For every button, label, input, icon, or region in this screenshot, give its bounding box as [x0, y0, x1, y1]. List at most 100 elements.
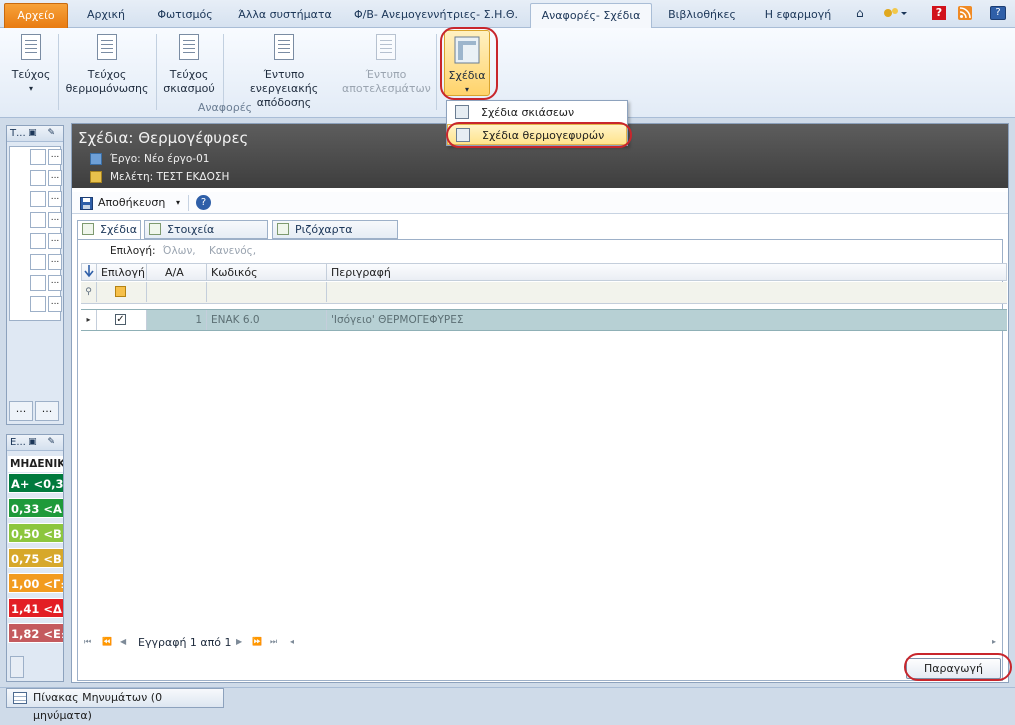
- filter-cell-aa[interactable]: [147, 282, 207, 302]
- tab-stoixeia-pinakidas[interactable]: Στοιχεία πινακίδας: [144, 220, 268, 253]
- tab-lighting[interactable]: Φωτισμός: [146, 3, 224, 28]
- doc-row-icon[interactable]: [30, 275, 46, 291]
- row-more-button[interactable]: ...: [48, 149, 62, 165]
- next-record-icon[interactable]: ▶: [236, 637, 242, 646]
- tab-pv[interactable]: Φ/Β- Ανεμογεννήτριες- Σ.Η.Θ.: [348, 3, 524, 28]
- messages-label: Πίνακας Μηνυμάτων (0 μηνύματα): [33, 691, 163, 722]
- save-icon: [80, 194, 93, 212]
- entypo-apotelesmaton-label-1: Έντυπο: [365, 68, 407, 81]
- row-indicator-icon: ▸: [81, 310, 97, 330]
- first-record-icon[interactable]: ⏮: [84, 637, 91, 647]
- separator: [156, 34, 157, 110]
- teuxos-skiasmou-button[interactable]: Τεύχος σκιασμού: [160, 32, 218, 96]
- doc-row-icon[interactable]: [30, 296, 46, 312]
- row-more-button[interactable]: ...: [48, 254, 62, 270]
- info-icon[interactable]: ?: [990, 6, 1006, 20]
- doc-row-icon[interactable]: [30, 233, 46, 249]
- row-checkbox[interactable]: ✓: [115, 314, 126, 325]
- document-icon: [376, 34, 396, 60]
- drawing-icon: [456, 128, 470, 142]
- minimize-ribbon-icon[interactable]: ⌂: [856, 6, 864, 20]
- panel-buttons[interactable]: ▣ ✎: [28, 126, 59, 141]
- prev-record-icon[interactable]: ◀: [120, 637, 126, 646]
- tab-label: Σχέδια: [100, 223, 137, 236]
- entypo-apotelesmaton-label-2: αποτελεσμάτων: [342, 82, 431, 95]
- help-icon[interactable]: ?: [932, 6, 946, 20]
- options-icon[interactable]: [882, 6, 908, 20]
- filter-checkbox[interactable]: [115, 286, 126, 297]
- doc-row-icon[interactable]: [30, 149, 46, 165]
- menu-item-label: Σχέδια θερμογεφυρών: [482, 129, 605, 142]
- filter-cell-code[interactable]: [207, 282, 327, 302]
- teuxos-thermomonosis-label-1: Τεύχος: [87, 68, 127, 81]
- teuxos-thermomonosis-button[interactable]: Τεύχος θερμομόνωσης: [62, 32, 152, 96]
- menu-item-shading-drawings[interactable]: Σχέδια σκιάσεων: [447, 102, 627, 123]
- tab-other-systems[interactable]: Άλλα συστήματα: [232, 3, 338, 28]
- tab-home[interactable]: Αρχική: [76, 3, 136, 28]
- panel-nav-button[interactable]: ...: [9, 401, 33, 421]
- select-all-link[interactable]: Όλων,: [163, 245, 196, 257]
- filter-cell-description[interactable]: [327, 282, 1007, 302]
- tab-app[interactable]: Η εφαρμογή: [752, 3, 844, 28]
- panel-nav-button[interactable]: ...: [35, 401, 59, 421]
- panel-buttons[interactable]: ▣ ✎: [28, 435, 59, 450]
- last-record-icon[interactable]: ⏭: [270, 637, 277, 647]
- select-none-link[interactable]: Κανενός,: [209, 245, 256, 257]
- sxedia-dropdown-menu: Σχέδια σκιάσεων Σχέδια θερμογεφυρών: [446, 100, 628, 146]
- produce-button[interactable]: Παραγωγή: [906, 658, 1001, 679]
- column-header-aa[interactable]: Α/Α: [147, 263, 207, 281]
- doc-row-icon[interactable]: [30, 170, 46, 186]
- row-more-button[interactable]: ...: [48, 296, 62, 312]
- left-tree-list: ... ... ... ... ... ... ... ...: [9, 146, 62, 321]
- help-icon[interactable]: ?: [196, 195, 211, 210]
- column-header-code[interactable]: Κωδικός: [207, 263, 327, 281]
- tab-sxedia[interactable]: Σχέδια: [77, 220, 141, 240]
- energy-header-label: ΜΗΔΕΝΙΚΗ: [8, 456, 63, 472]
- scroll-left-icon[interactable]: ◂: [290, 637, 294, 646]
- selection-bar: Επιλογή: Όλων, Κανενός,: [110, 245, 256, 257]
- messages-panel-button[interactable]: Πίνακας Μηνυμάτων (0 μηνύματα): [6, 688, 224, 722]
- drawing-icon: [454, 35, 480, 65]
- filter-cell-selection[interactable]: [97, 282, 147, 302]
- entypo-energeiakis-label-1: Έντυπο ενεργειακής: [249, 68, 319, 95]
- row-more-button[interactable]: ...: [48, 275, 62, 291]
- scrollbar[interactable]: [10, 656, 24, 678]
- scroll-right-icon[interactable]: ▸: [992, 637, 996, 646]
- save-dropdown-chevron-icon[interactable]: ▾: [176, 194, 180, 212]
- tab-file[interactable]: Αρχείο: [4, 3, 68, 28]
- row-more-button[interactable]: ...: [48, 191, 62, 207]
- menu-item-thermal-bridge-drawings[interactable]: Σχέδια θερμογεφυρών: [447, 124, 627, 145]
- save-button[interactable]: Αποθήκευση: [98, 194, 165, 212]
- doc-row-icon[interactable]: [30, 212, 46, 228]
- row-cell-code: ΕΝΑΚ 6.0: [207, 310, 327, 330]
- tab-libraries[interactable]: Βιβλιοθήκες: [660, 3, 744, 28]
- data-grid: Επιλογή Α/Α Κωδικός Περιγραφή ⚲ ▸ ✓ 1 ΕΝ…: [81, 263, 1007, 623]
- row-cell-selection[interactable]: ✓: [97, 310, 147, 330]
- teuxos-label: Τεύχος: [11, 68, 51, 81]
- project-icon: [90, 153, 102, 165]
- column-header-selection[interactable]: Επιλογή: [97, 263, 147, 281]
- sxedia-dropdown-button[interactable]: Σχέδια ▾: [444, 30, 490, 96]
- doc-row-icon[interactable]: [30, 191, 46, 207]
- sort-icon[interactable]: [81, 263, 97, 281]
- prev-page-icon[interactable]: ⏪: [102, 637, 112, 646]
- teuxos-button[interactable]: Τεύχος ▾: [8, 32, 54, 96]
- row-more-button[interactable]: ...: [48, 233, 62, 249]
- row-more-button[interactable]: ...: [48, 212, 62, 228]
- document-icon: [21, 34, 41, 60]
- next-page-icon[interactable]: ⏩: [252, 637, 262, 646]
- ribbon-group-label: Αναφορές: [197, 101, 253, 114]
- tab-rizoxarta[interactable]: Ριζόχαρτα σχεδίων: [272, 220, 398, 253]
- status-bar: Πίνακας Μηνυμάτων (0 μηνύματα): [0, 687, 1015, 722]
- row-more-button[interactable]: ...: [48, 170, 62, 186]
- rss-icon[interactable]: [958, 6, 972, 20]
- table-row[interactable]: ▸ ✓ 1 ΕΝΑΚ 6.0 'Ισόγειο' ΘΕΡΜΟΓΕΦΥΡΕΣ: [81, 309, 1007, 331]
- energy-class-panel-header: Ε... ▣ ✎: [7, 435, 63, 451]
- doc-row-icon[interactable]: [30, 254, 46, 270]
- tab-reports[interactable]: Αναφορές- Σχέδια: [530, 3, 652, 29]
- tab-icon: [82, 223, 94, 235]
- energy-class-panel: Ε... ▣ ✎ ΜΗΔΕΝΙΚΗ Α+ <0,33 0,33 <Α≤ 0,50 <…: [6, 434, 64, 682]
- column-header-description[interactable]: Περιγραφή: [327, 263, 1007, 281]
- entypo-energeiakis-button[interactable]: Έντυπο ενεργειακής απόδοσης: [228, 32, 340, 110]
- separator: [58, 34, 59, 110]
